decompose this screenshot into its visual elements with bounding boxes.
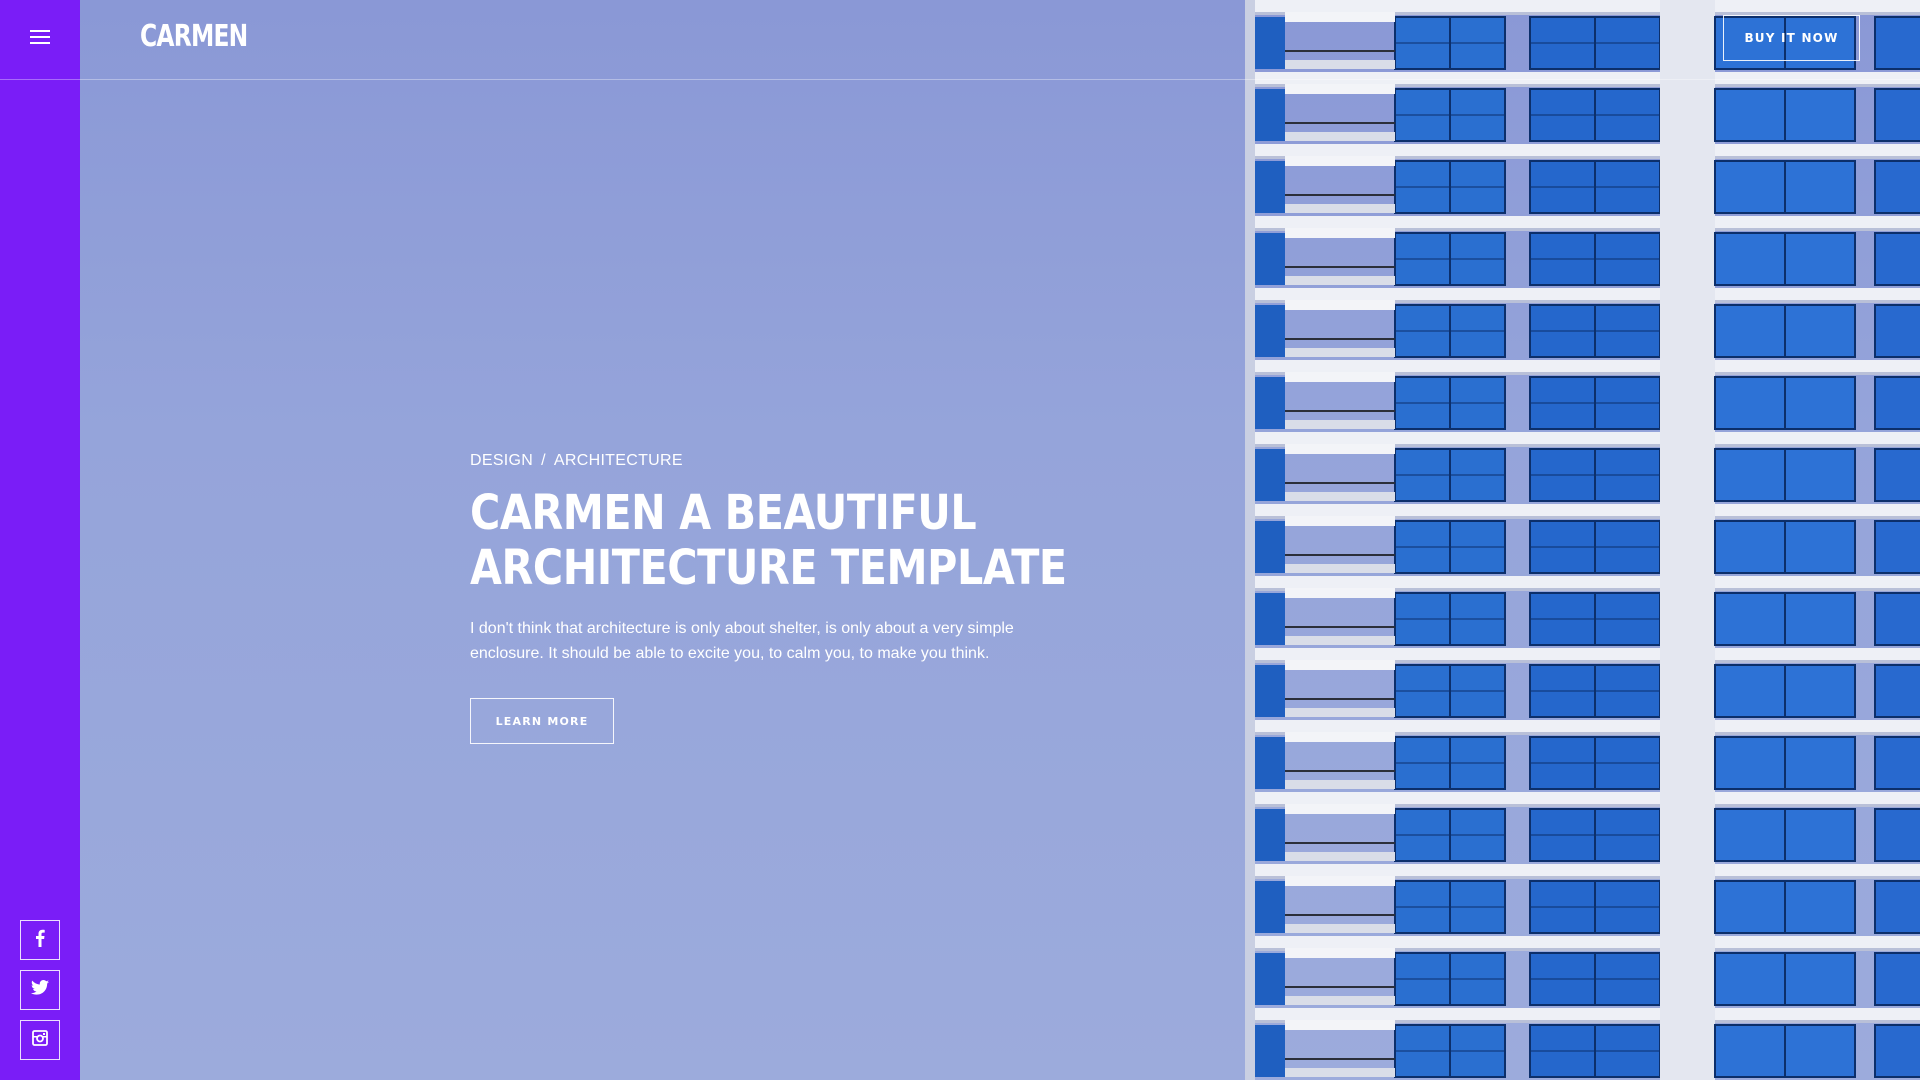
category-design-link[interactable]: DESIGN [470,452,533,469]
menu-button[interactable] [0,0,80,80]
hamburger-icon [30,30,50,49]
hero-description: I don't think that architecture is only … [470,616,1030,666]
hero-description-line-1: I don't think that architecture is only … [470,620,1014,637]
top-header: CARMEN BUY IT NOW [80,0,1920,80]
social-facebook-link[interactable] [20,920,60,960]
hero-description-line-2: enclosure. It should be able to excite y… [470,645,990,662]
category-separator: / [541,452,546,469]
category-architecture-link[interactable]: ARCHITECTURE [554,452,683,469]
hero-content: DESIGN / ARCHITECTURE CARMEN A BEAUTIFUL A… [470,452,1090,744]
twitter-icon [31,980,49,1000]
logo[interactable]: CARMEN [140,19,248,54]
category-breadcrumb: DESIGN / ARCHITECTURE [470,452,1090,470]
building-image [1245,0,1920,1080]
buy-it-now-button[interactable]: BUY IT NOW [1723,15,1860,61]
social-instagram-link[interactable] [20,1020,60,1060]
social-twitter-link[interactable] [20,970,60,1010]
facebook-icon [35,929,45,952]
instagram-icon [32,1029,48,1051]
learn-more-button[interactable]: LEARN MORE [470,698,614,744]
hero-title: CARMEN A BEAUTIFUL ARCHITECTURE TEMPLATE [470,486,1089,596]
left-sidebar [0,0,80,1080]
hero-title-line-1: CARMEN A BEAUTIFUL [470,485,977,541]
hero-title-line-2: ARCHITECTURE TEMPLATE [470,540,1067,596]
